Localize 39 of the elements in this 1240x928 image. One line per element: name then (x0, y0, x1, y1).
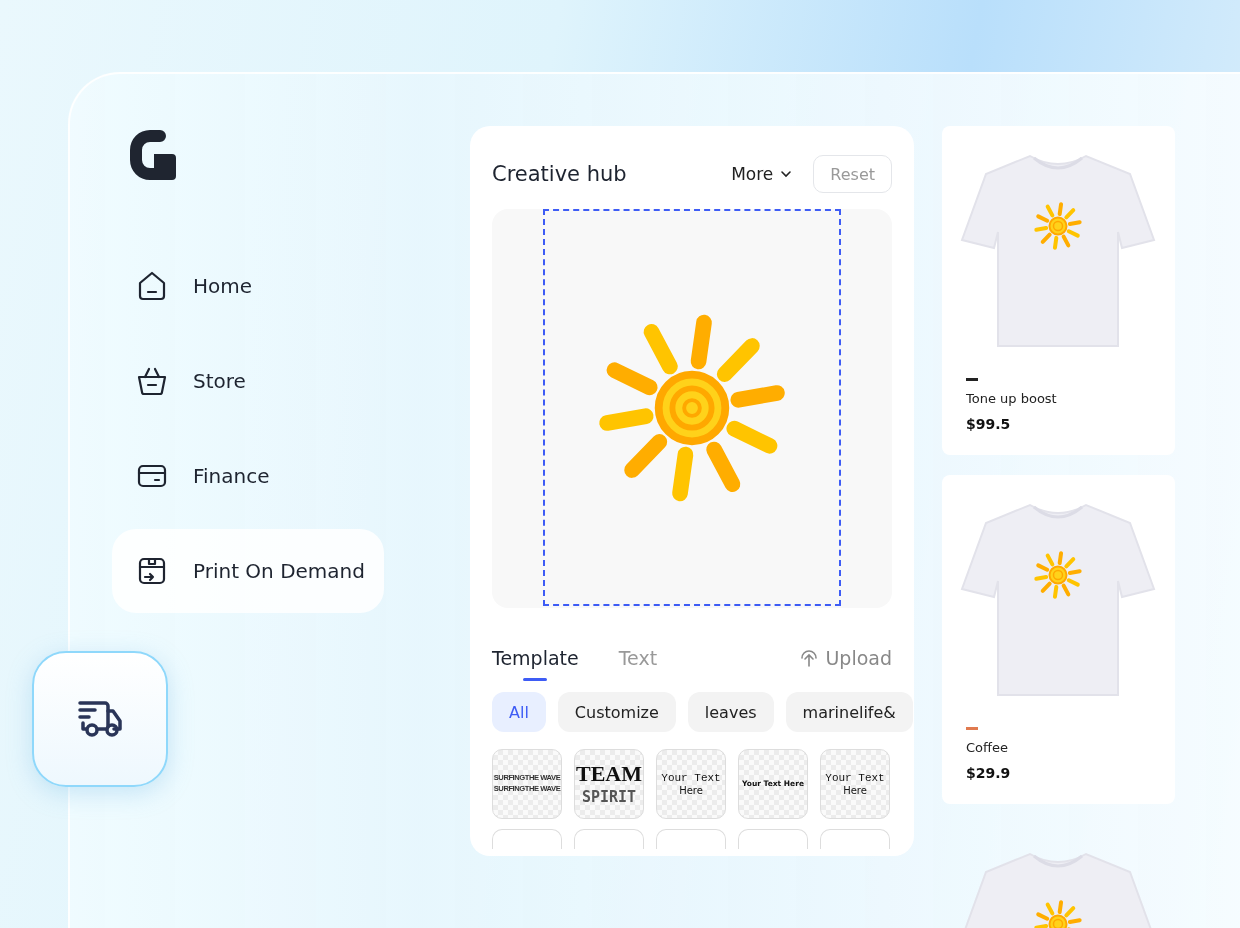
filter-chip[interactable]: Customize (557, 692, 676, 732)
sidebar-item[interactable]: Finance (112, 434, 384, 518)
card-title: Creative hub (492, 162, 628, 186)
basket-icon (136, 365, 168, 397)
filter-chip[interactable]: leaves (687, 692, 774, 732)
more-dropdown[interactable]: More (731, 164, 794, 184)
upload-icon (799, 648, 820, 668)
home-icon (136, 270, 168, 302)
logo-icon (130, 130, 176, 180)
template-tile[interactable] (656, 829, 726, 849)
sidebar-item[interactable]: Store (112, 339, 384, 423)
template-text: TEAM (576, 761, 642, 786)
tab[interactable]: Template (492, 638, 579, 678)
filter-chip[interactable]: marinelife& (785, 692, 913, 732)
product-name: Coffee (966, 740, 1009, 755)
template-tile[interactable] (820, 829, 890, 849)
sidebar-item[interactable]: Home (112, 244, 384, 328)
template-text: Your Text (825, 771, 885, 785)
product-card[interactable]: Coffee $29.9 (942, 475, 1175, 804)
template-tile[interactable]: TEAM SPIRIT (574, 749, 644, 819)
template-text: Here (679, 784, 703, 797)
template-tile[interactable] (492, 829, 562, 849)
template-text: Your Text (661, 771, 721, 785)
upload-button[interactable]: Upload (799, 647, 892, 669)
template-tile[interactable]: Your Text Here (820, 749, 890, 819)
template-tile[interactable]: Your Text Here (656, 749, 726, 819)
product-card[interactable]: Tone up boost $99.5 (942, 126, 1175, 455)
sidebar-item[interactable]: Print On Demand (112, 529, 384, 613)
product-price: $99.5 (966, 416, 1012, 432)
delivery-button[interactable] (32, 651, 168, 787)
box-icon (136, 555, 168, 587)
product-price: $29.9 (966, 765, 1012, 781)
filter-chip[interactable]: All (492, 692, 546, 732)
template-text: SPIRIT (581, 788, 637, 807)
truck-icon (77, 699, 123, 739)
template-text: Here (843, 784, 867, 797)
template-tile[interactable] (738, 829, 808, 849)
template-tile[interactable] (574, 829, 644, 849)
product-name: Tone up boost (966, 391, 1058, 406)
